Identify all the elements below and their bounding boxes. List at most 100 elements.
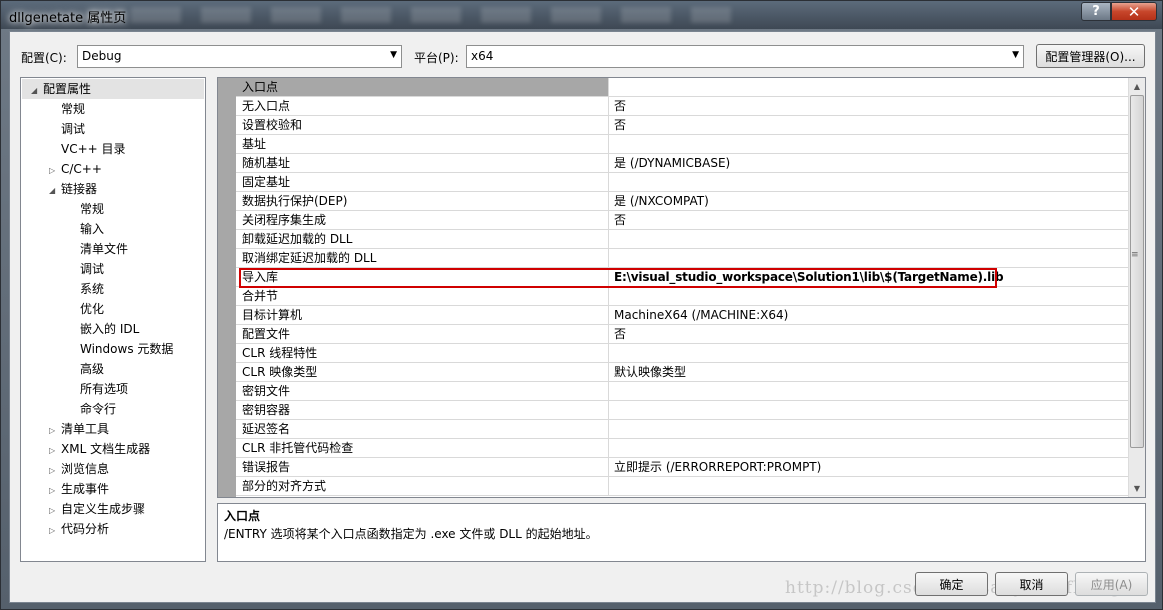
tree-item[interactable]: 嵌入的 IDL bbox=[68, 319, 139, 339]
property-value[interactable] bbox=[609, 401, 1128, 419]
tree-item[interactable]: 高级 bbox=[68, 359, 104, 379]
property-value[interactable] bbox=[609, 173, 1128, 191]
collapsed-arrow-icon[interactable]: ▷ bbox=[49, 521, 61, 541]
property-row[interactable]: CLR 非托管代码检查 bbox=[236, 439, 1128, 458]
property-row[interactable]: CLR 映像类型 默认映像类型 bbox=[236, 363, 1128, 382]
tree-item-label: 生成事件 bbox=[61, 482, 110, 496]
tree-item[interactable]: ▷ 浏览信息 bbox=[49, 459, 109, 479]
tree-item[interactable]: ▷ 清单工具 bbox=[49, 419, 109, 439]
expanded-arrow-icon[interactable]: ◢ bbox=[31, 81, 43, 101]
collapsed-arrow-icon[interactable]: ▷ bbox=[49, 441, 61, 461]
expanded-arrow-icon[interactable]: ◢ bbox=[49, 181, 61, 201]
tree-item[interactable]: ▷ C/C++ bbox=[49, 159, 102, 179]
scroll-up-icon[interactable]: ▲ bbox=[1129, 78, 1145, 95]
property-value[interactable] bbox=[609, 287, 1128, 305]
ok-button[interactable]: 确定 bbox=[915, 572, 988, 596]
property-row[interactable]: 目标计算机 MachineX64 (/MACHINE:X64) bbox=[236, 306, 1128, 325]
property-value[interactable]: 是 (/NXCOMPAT) bbox=[609, 192, 1128, 210]
platform-combobox[interactable]: x64 ▼ bbox=[466, 45, 1024, 68]
property-grid[interactable]: 入口点 无入口点否设置校验和否基址 随机基址是 (/DYNAMICBASE) 固定基址… bbox=[217, 77, 1146, 498]
tree-item[interactable]: ▷ 代码分析 bbox=[49, 519, 109, 539]
property-value[interactable] bbox=[609, 249, 1128, 267]
grip-icon: ≡ bbox=[1131, 250, 1139, 260]
tree-item[interactable]: 优化 bbox=[68, 299, 104, 319]
property-row[interactable]: 合并节 bbox=[236, 287, 1128, 306]
property-value[interactable]: E:\visual_studio_workspace\Solution1\lib… bbox=[609, 268, 1128, 286]
tree-item-label: 链接器 bbox=[61, 182, 98, 196]
category-tree[interactable]: ◢ 配置属性 常规 调试 VC++ 目录 ▷ C/C++ ◢ 链接器 常规 输入 清单文件 调试 系统 优化… bbox=[20, 77, 206, 562]
tree-item-label: 清单工具 bbox=[61, 422, 110, 436]
help-button[interactable]: ? bbox=[1081, 2, 1111, 21]
property-value[interactable] bbox=[609, 420, 1128, 438]
property-pages-window: dllgenetate 属性页 ? ✕ 配置(C): Debug ▼ 平台(P)… bbox=[0, 0, 1163, 610]
property-row[interactable]: 无入口点否 bbox=[236, 97, 1128, 116]
property-value[interactable]: 否 bbox=[609, 325, 1128, 343]
property-row[interactable]: 密钥文件 bbox=[236, 382, 1128, 401]
title-bar[interactable]: dllgenetate 属性页 ? ✕ bbox=[1, 1, 1162, 29]
property-value[interactable]: 否 bbox=[609, 116, 1128, 134]
tree-item[interactable]: 清单文件 bbox=[68, 239, 128, 259]
property-row[interactable]: 数据执行保护(DEP) 是 (/NXCOMPAT) bbox=[236, 192, 1128, 211]
tree-item[interactable]: 调试 bbox=[49, 119, 85, 139]
scroll-thumb[interactable] bbox=[1130, 95, 1144, 448]
property-row[interactable]: 配置文件否 bbox=[236, 325, 1128, 344]
property-value[interactable]: 立即提示 (/ERRORREPORT:PROMPT) bbox=[609, 458, 1128, 476]
property-row[interactable]: 卸载延迟加载的 DLL bbox=[236, 230, 1128, 249]
tree-item[interactable]: 常规 bbox=[49, 99, 85, 119]
property-row[interactable]: 关闭程序集生成否 bbox=[236, 211, 1128, 230]
grid-scrollbar[interactable]: ▲ ≡ ▼ bbox=[1128, 78, 1145, 497]
collapsed-arrow-icon[interactable]: ▷ bbox=[49, 481, 61, 501]
tree-item[interactable]: ◢ 链接器 bbox=[49, 179, 97, 199]
tree-item[interactable]: 常规 bbox=[68, 199, 104, 219]
close-button[interactable]: ✕ bbox=[1111, 2, 1157, 21]
tree-item[interactable]: 调试 bbox=[68, 259, 104, 279]
property-value[interactable]: 否 bbox=[609, 97, 1128, 115]
property-value[interactable] bbox=[609, 439, 1128, 457]
property-row[interactable]: 固定基址 bbox=[236, 173, 1128, 192]
cancel-button[interactable]: 取消 bbox=[995, 572, 1068, 596]
property-row[interactable]: 部分的对齐方式 bbox=[236, 477, 1128, 496]
collapsed-arrow-icon[interactable]: ▷ bbox=[49, 501, 61, 521]
property-row[interactable]: 延迟签名 bbox=[236, 420, 1128, 439]
property-row[interactable]: 设置校验和否 bbox=[236, 116, 1128, 135]
tree-item[interactable]: ▷ 生成事件 bbox=[49, 479, 109, 499]
property-value[interactable]: 否 bbox=[609, 211, 1128, 229]
property-value[interactable] bbox=[609, 78, 1128, 96]
property-value[interactable] bbox=[609, 344, 1128, 362]
property-value[interactable]: MachineX64 (/MACHINE:X64) bbox=[609, 306, 1128, 324]
property-value[interactable]: 默认映像类型 bbox=[609, 363, 1128, 381]
property-row[interactable]: 基址 bbox=[236, 135, 1128, 154]
tree-item[interactable]: VC++ 目录 bbox=[49, 139, 126, 159]
collapsed-arrow-icon[interactable]: ▷ bbox=[49, 461, 61, 481]
config-combobox[interactable]: Debug ▼ bbox=[77, 45, 402, 68]
tree-item[interactable]: ▷ 自定义生成步骤 bbox=[49, 499, 145, 519]
property-value[interactable]: 是 (/DYNAMICBASE) bbox=[609, 154, 1128, 172]
property-value[interactable] bbox=[609, 230, 1128, 248]
tree-item-label: 调试 bbox=[80, 262, 105, 276]
tree-item[interactable]: ▷ XML 文档生成器 bbox=[49, 439, 150, 459]
tree-item[interactable]: 命令行 bbox=[68, 399, 116, 419]
collapsed-arrow-icon[interactable]: ▷ bbox=[49, 161, 61, 181]
property-row[interactable]: 导入库 E:\visual_studio_workspace\Solution1\… bbox=[236, 268, 1128, 287]
tree-item[interactable]: 系统 bbox=[68, 279, 104, 299]
property-category-row[interactable]: 入口点 bbox=[236, 78, 1128, 97]
tree-item-label: 系统 bbox=[80, 282, 105, 296]
tree-item[interactable]: 所有选项 bbox=[68, 379, 128, 399]
property-row[interactable]: 密钥容器 bbox=[236, 401, 1128, 420]
collapsed-arrow-icon[interactable]: ▷ bbox=[49, 421, 61, 441]
property-row[interactable]: 错误报告 立即提示 (/ERRORREPORT:PROMPT) bbox=[236, 458, 1128, 477]
apply-button[interactable]: 应用(A) bbox=[1075, 572, 1148, 596]
tree-item[interactable]: 输入 bbox=[68, 219, 104, 239]
property-row[interactable]: CLR 线程特性 bbox=[236, 344, 1128, 363]
config-manager-button[interactable]: 配置管理器(O)... bbox=[1036, 44, 1145, 68]
description-text: /ENTRY 选项将某个入口点函数指定为 .exe 文件或 DLL 的起始地址。 bbox=[224, 527, 598, 541]
tree-item[interactable]: ◢ 配置属性 bbox=[22, 79, 204, 99]
property-value[interactable] bbox=[609, 477, 1128, 495]
tree-item-label: 嵌入的 IDL bbox=[80, 322, 140, 336]
tree-item[interactable]: Windows 元数据 bbox=[68, 339, 173, 359]
property-row[interactable]: 取消绑定延迟加载的 DLL bbox=[236, 249, 1128, 268]
scroll-down-icon[interactable]: ▼ bbox=[1129, 480, 1145, 497]
property-value[interactable] bbox=[609, 135, 1128, 153]
property-row[interactable]: 随机基址是 (/DYNAMICBASE) bbox=[236, 154, 1128, 173]
property-value[interactable] bbox=[609, 382, 1128, 400]
